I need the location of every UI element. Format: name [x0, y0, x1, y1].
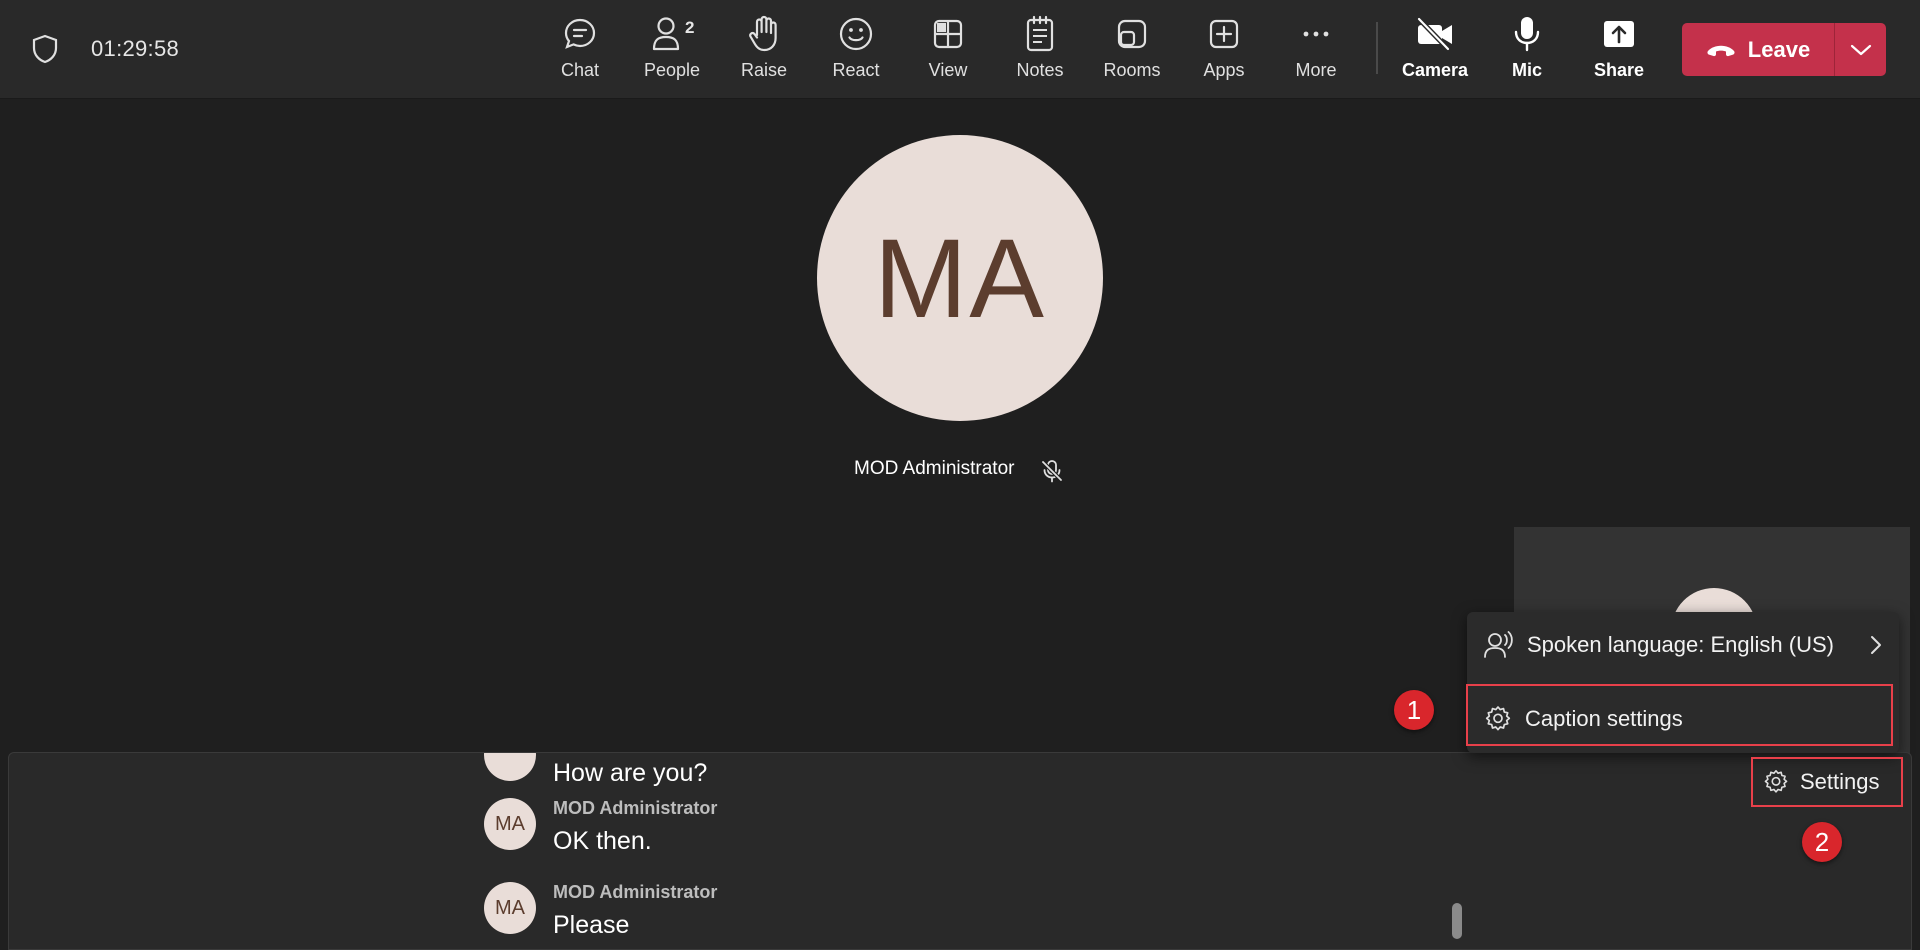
chat-button[interactable]: Chat	[539, 14, 621, 86]
apps-button[interactable]: Apps	[1183, 14, 1265, 86]
step-badge-1: 1	[1394, 690, 1434, 730]
caption-text: How are you?	[553, 759, 708, 787]
more-button[interactable]: More	[1275, 14, 1357, 86]
raise-hand-button[interactable]: Raise	[723, 14, 805, 86]
mic-button[interactable]: Mic	[1486, 14, 1568, 86]
react-button[interactable]: React	[815, 14, 897, 86]
toolbar-divider	[1376, 22, 1378, 74]
mic-label: Mic	[1511, 60, 1542, 80]
caption-text: Please	[553, 911, 630, 939]
mic-off-icon	[1040, 459, 1064, 483]
rooms-icon	[1117, 19, 1147, 49]
spoken-language-label: Spoken language: English (US)	[1527, 632, 1834, 657]
settings-label: Settings	[1800, 769, 1880, 794]
layout-icon	[933, 19, 963, 49]
caption-avatar: MA	[484, 798, 536, 850]
caption-avatar	[484, 753, 536, 781]
notes-icon	[1026, 15, 1054, 52]
share-icon	[1604, 21, 1634, 47]
smiley-icon	[839, 17, 873, 51]
participant-avatar: MA	[817, 135, 1103, 421]
live-captions-panel: How are you? MA MOD Administrator OK the…	[8, 752, 1912, 950]
more-dots-icon	[1303, 31, 1329, 37]
rooms-button[interactable]: Rooms	[1091, 14, 1173, 86]
react-label: React	[832, 60, 880, 80]
view-button[interactable]: View	[907, 14, 989, 86]
meeting-timer: 01:29:58	[91, 36, 180, 61]
leave-label: Leave	[1747, 36, 1811, 62]
apps-label: Apps	[1203, 60, 1245, 80]
participant-name: MOD Administrator	[854, 458, 1015, 479]
notes-label: Notes	[1016, 60, 1064, 80]
raise-label: Raise	[740, 60, 788, 80]
leave-options-button[interactable]	[1835, 23, 1886, 76]
chat-icon	[564, 18, 596, 49]
hang-up-icon	[1707, 45, 1735, 56]
captions-settings-button[interactable]: Settings	[1751, 757, 1903, 807]
notes-button[interactable]: Notes	[999, 14, 1081, 86]
hand-icon	[749, 15, 777, 52]
caption-text: OK then.	[553, 827, 652, 855]
caption-speaker-name: MOD Administrator	[553, 798, 718, 818]
captions-scrollbar[interactable]	[1452, 903, 1462, 939]
chevron-right-icon	[1871, 636, 1881, 654]
chat-label: Chat	[560, 60, 600, 80]
camera-button[interactable]: Camera	[1394, 14, 1476, 86]
avatar-initials: MA	[874, 215, 1046, 341]
caption-speaker-name: MOD Administrator	[553, 882, 718, 902]
caption-settings-highlight	[1466, 684, 1893, 746]
camera-label: Camera	[1401, 60, 1469, 80]
spoken-language-item[interactable]: Spoken language: English (US)	[1483, 630, 1883, 660]
share-button[interactable]: Share	[1578, 14, 1660, 86]
caption-avatar: MA	[484, 882, 536, 934]
more-label: More	[1295, 60, 1337, 80]
meeting-toolbar: 01:29:58 Chat 2 People Raise React View …	[0, 0, 1920, 99]
leave-button[interactable]: Leave	[1682, 23, 1886, 76]
mic-icon	[1514, 17, 1540, 52]
camera-off-icon	[1417, 17, 1452, 51]
chevron-down-icon	[1850, 44, 1871, 55]
shield-icon[interactable]	[32, 34, 58, 64]
gear-icon	[1764, 770, 1788, 793]
share-label: Share	[1593, 60, 1645, 80]
speaker-voice-icon	[1484, 631, 1513, 658]
view-label: View	[928, 60, 968, 80]
people-label: People	[643, 60, 701, 80]
step-badge-2: 2	[1802, 822, 1842, 862]
people-count-badge: 2	[685, 18, 695, 37]
add-app-icon	[1209, 19, 1239, 49]
people-button[interactable]: 2 People	[631, 14, 713, 86]
rooms-label: Rooms	[1103, 60, 1161, 80]
leave-main-button[interactable]: Leave	[1682, 23, 1834, 76]
